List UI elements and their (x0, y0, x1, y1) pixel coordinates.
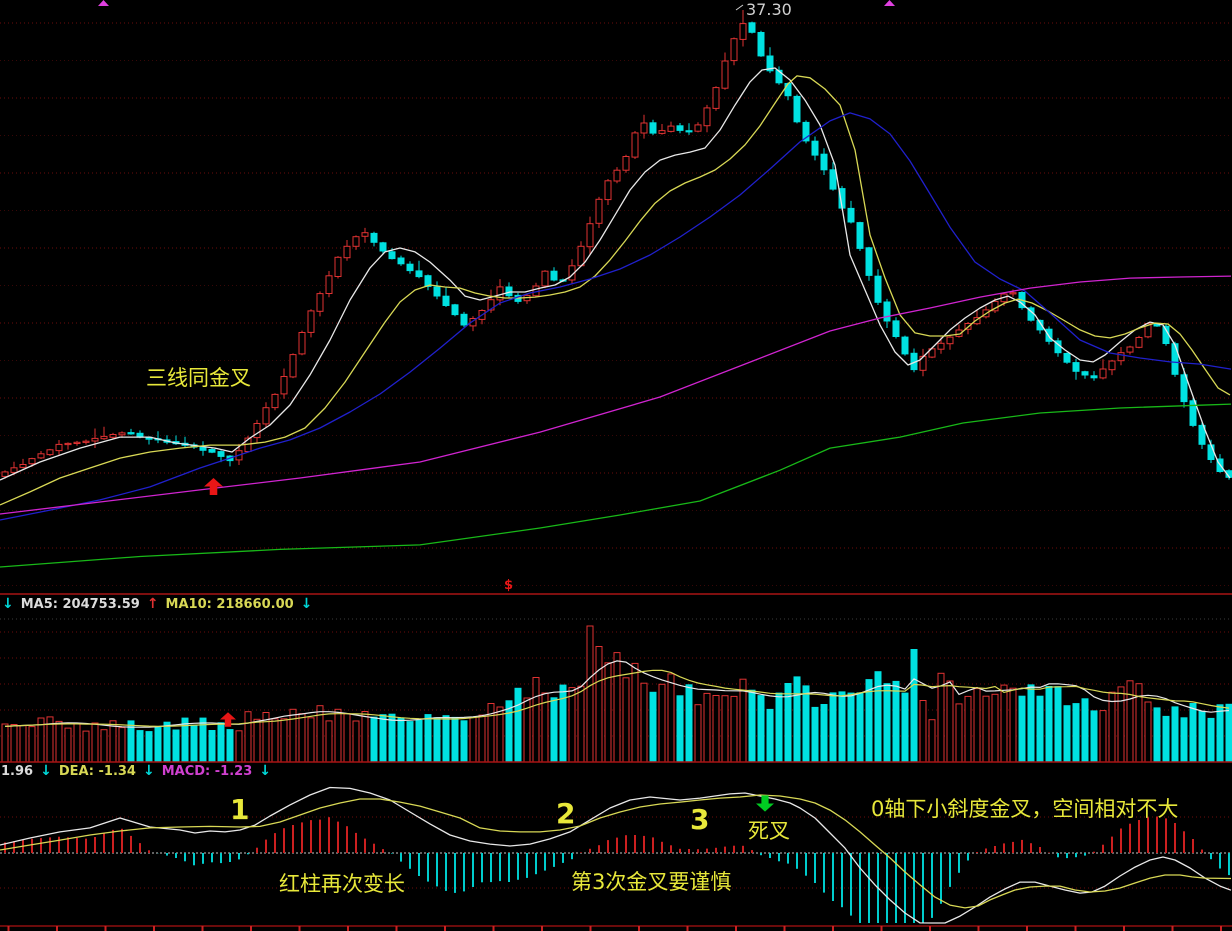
time-axis (0, 926, 1232, 931)
moving-average-lines (0, 68, 1231, 567)
volume-bars (2, 626, 1232, 762)
peak-label-leader (736, 5, 743, 10)
ma_white_fast (0, 68, 1230, 480)
chart-canvas[interactable] (0, 0, 1232, 931)
dea-line (0, 795, 1231, 908)
macd-histogram (5, 817, 1229, 924)
ma_green_longest (0, 404, 1231, 567)
stock-chart-app: 三线同金叉 37.30 $ ↓ MA5: 204753.59 ↑ MA10: 2… (0, 0, 1232, 931)
ma_magenta_long (0, 276, 1231, 514)
